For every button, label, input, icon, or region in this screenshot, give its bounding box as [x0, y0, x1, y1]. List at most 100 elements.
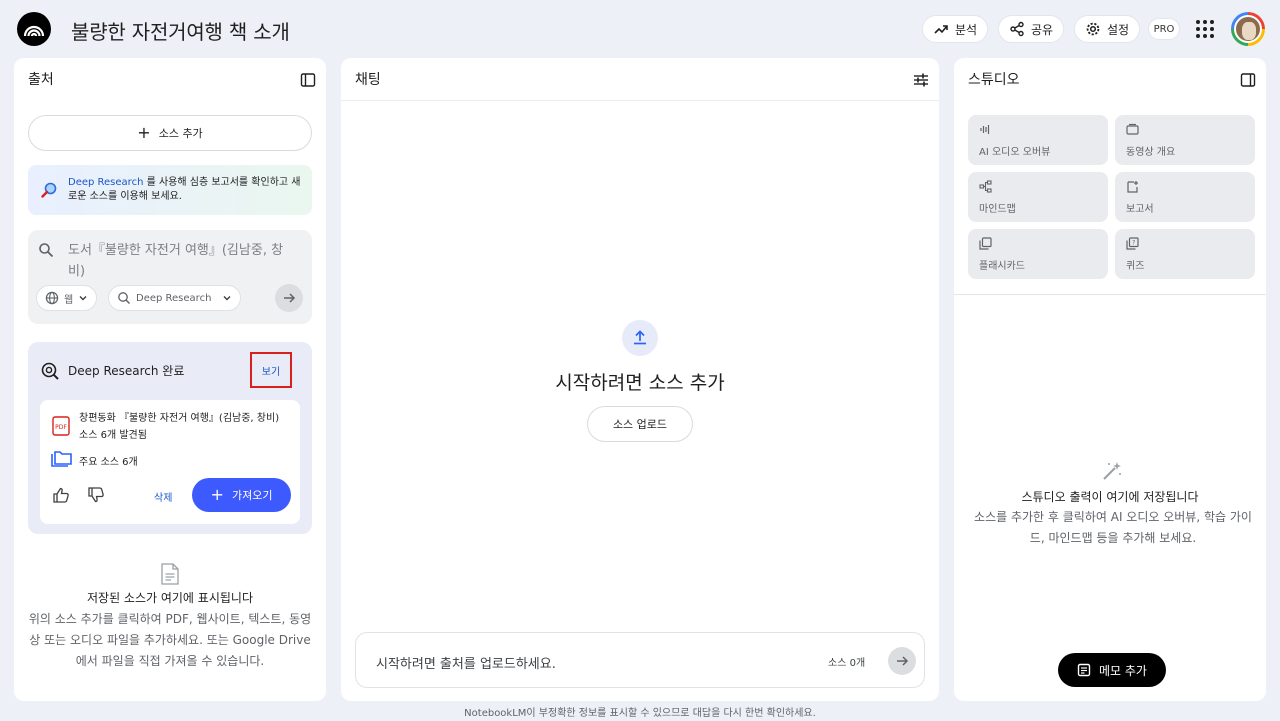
settings-label: 설정 — [1107, 22, 1130, 37]
search-submit-button[interactable] — [275, 284, 303, 312]
studio-header: 스튜디오 — [954, 58, 1266, 100]
svg-text:PDF: PDF — [55, 424, 67, 431]
collapse-panel-icon[interactable] — [300, 72, 316, 88]
chat-panel: 채팅 시작하려면 소스 추가 소스 업로드 시작하려면 출처를 업로드하세요. … — [341, 58, 939, 701]
deep-research-banner: Deep Research 를 사용해 심층 보고서를 확인하고 새로운 소스를… — [28, 165, 312, 215]
chat-empty-title: 시작하려면 소스 추가 — [555, 372, 725, 394]
quiz-icon: ? — [1126, 237, 1139, 250]
chat-title: 채팅 — [355, 72, 381, 88]
disclaimer-footer: NotebookLM이 부정확한 정보를 표시할 수 있으므로 대답을 다시 한… — [464, 708, 816, 719]
view-button[interactable]: 보기 — [250, 352, 292, 388]
pro-badge: PRO — [1148, 18, 1180, 40]
deep-research-result-card: Deep Research 완료 보기 PDF 창편동화 『불량한 자전거 여행… — [28, 342, 312, 534]
share-icon — [1010, 21, 1024, 37]
pdf-icon: PDF — [52, 416, 70, 436]
research-result-box: PDF 창편동화 『불량한 자전거 여행』(김남중, 창비) 소스 6개 발견됨… — [40, 400, 300, 524]
analytics-button[interactable]: 분석 — [922, 15, 989, 43]
source-search-box[interactable]: 도서『불량한 자전거 여행』(김남중, 창비) 웹 Deep Research — [28, 230, 312, 324]
deep-research-icon — [41, 362, 59, 380]
globe-icon — [45, 291, 59, 305]
magic-wand-icon — [1103, 462, 1121, 480]
add-memo-label: 메모 추가 — [1099, 663, 1147, 678]
plus-icon: + — [137, 123, 151, 142]
banner-text: Deep Research 를 사용해 심층 보고서를 확인하고 새로운 소스를… — [68, 176, 302, 204]
studio-tile-label: 마인드맵 — [979, 204, 1016, 215]
sources-panel: 출처 + 소스 추가 Deep Research 를 사용해 심층 보고서를 확… — [14, 58, 326, 701]
flashcard-icon — [979, 237, 992, 250]
add-source-button[interactable]: + 소스 추가 — [28, 115, 312, 151]
avatar[interactable] — [1231, 12, 1265, 46]
main-sources-label: 주요 소스 6개 — [79, 457, 138, 468]
video-overview-icon — [1126, 123, 1139, 135]
notebook-title[interactable]: 불량한 자전거여행 책 소개 — [71, 16, 290, 45]
web-chip[interactable]: 웹 — [36, 285, 98, 311]
web-chip-label: 웹 — [64, 294, 74, 306]
chevron-down-icon — [79, 296, 87, 301]
studio-divider — [954, 294, 1266, 295]
chat-input[interactable]: 시작하려면 출처를 업로드하세요. 소스 0개 — [355, 632, 925, 688]
studio-panel: 스튜디오 AI 오디오 오버뷰 동영상 개요 마인드맵 보고서 플래시카드 ? … — [954, 58, 1266, 701]
deep-research-status: Deep Research 완료 — [68, 364, 185, 378]
sources-found-count: 소스 6개 발견됨 — [79, 430, 147, 441]
apps-grid-icon[interactable] — [1196, 20, 1214, 38]
report-icon — [1127, 181, 1138, 193]
studio-tile-label: AI 오디오 오버뷰 — [979, 147, 1051, 158]
studio-tile-flashcard[interactable]: 플래시카드 — [968, 229, 1108, 279]
magnifier-icon — [41, 182, 57, 198]
studio-title: 스튜디오 — [968, 72, 1020, 88]
plus-icon: + — [210, 485, 224, 504]
studio-tile-label: 플래시카드 — [979, 261, 1025, 272]
trend-up-icon — [934, 25, 948, 34]
thumbs-down-icon[interactable] — [87, 486, 105, 504]
tune-settings-icon[interactable] — [913, 72, 929, 88]
document-icon — [161, 563, 179, 585]
studio-tile-audio-overview[interactable]: AI 오디오 오버뷰 — [968, 115, 1108, 165]
studio-tile-report[interactable]: 보고서 — [1115, 172, 1255, 222]
arrow-right-icon — [284, 293, 296, 303]
deep-research-chip-label: Deep Research — [136, 292, 212, 304]
chat-header-divider — [341, 100, 939, 101]
chat-input-placeholder[interactable]: 시작하려면 출처를 업로드하세요. — [376, 653, 556, 672]
sources-header: 출처 — [14, 58, 326, 100]
send-button[interactable] — [888, 647, 916, 675]
upload-icon — [622, 320, 658, 356]
studio-tile-label: 보고서 — [1126, 204, 1154, 215]
top-bar: 불량한 자전거여행 책 소개 분석 공유 설정 PRO — [0, 0, 1280, 58]
search-icon — [39, 243, 54, 258]
studio-tile-mindmap[interactable]: 마인드맵 — [968, 172, 1108, 222]
audio-waveform-icon — [980, 125, 990, 134]
share-button[interactable]: 공유 — [998, 15, 1065, 43]
import-label: 가져오기 — [231, 489, 273, 502]
studio-tile-video-overview[interactable]: 동영상 개요 — [1115, 115, 1255, 165]
settings-button[interactable]: 설정 — [1074, 15, 1141, 43]
collapse-panel-icon[interactable] — [1240, 72, 1256, 88]
studio-tile-quiz[interactable]: ? 퀴즈 — [1115, 229, 1255, 279]
add-memo-button[interactable]: 메모 추가 — [1058, 653, 1166, 687]
mindmap-icon — [979, 180, 992, 193]
search-input[interactable]: 도서『불량한 자전거 여행』(김남중, 창비) — [68, 240, 298, 282]
research-search-icon — [118, 292, 131, 305]
chat-header: 채팅 — [341, 58, 939, 100]
deep-research-chip[interactable]: Deep Research — [108, 285, 242, 311]
empty-sources-title: 저장된 소스가 여기에 표시됩니다 — [86, 591, 253, 605]
delete-button[interactable]: 삭제 — [154, 489, 172, 504]
thumbs-up-icon[interactable] — [52, 486, 70, 504]
arrow-right-icon — [897, 656, 909, 666]
analytics-label: 분석 — [955, 22, 978, 37]
empty-sources-description: 위의 소스 추가를 클릭하여 PDF, 웹사이트, 텍스트, 동영상 또는 오디… — [28, 612, 312, 668]
studio-output-title: 스튜디오 출력이 여기에 저장됩니다 — [1021, 490, 1199, 504]
share-label: 공유 — [1031, 22, 1054, 37]
deep-research-link[interactable]: Deep Research — [68, 177, 143, 188]
notebooklm-logo-icon[interactable] — [17, 12, 51, 46]
folder-icon — [51, 451, 72, 467]
gear-icon — [1086, 22, 1100, 36]
import-button[interactable]: + 가져오기 — [192, 478, 291, 512]
studio-tile-label: 퀴즈 — [1126, 261, 1145, 272]
upload-source-button[interactable]: 소스 업로드 — [587, 406, 693, 442]
source-count: 소스 0개 — [828, 658, 866, 669]
svg-text:?: ? — [1132, 240, 1135, 247]
sources-title: 출처 — [28, 72, 54, 88]
add-source-label: 소스 추가 — [158, 127, 203, 140]
note-icon — [1077, 663, 1091, 677]
studio-tile-label: 동영상 개요 — [1126, 147, 1176, 158]
